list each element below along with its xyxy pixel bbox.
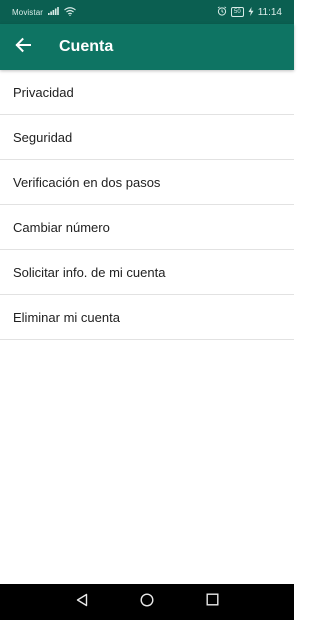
nav-back-icon (75, 593, 89, 612)
alarm-icon (217, 6, 227, 18)
status-left: Movistar (12, 0, 76, 24)
nav-back-button[interactable] (62, 584, 102, 620)
page-title: Cuenta (59, 38, 114, 55)
menu-item-cambiar-numero[interactable]: Cambiar número (0, 205, 294, 250)
nav-home-button[interactable] (127, 584, 167, 620)
menu-item-label: Cambiar número (13, 219, 110, 235)
status-right: 50 11:14 (217, 0, 282, 24)
signal-icon (48, 7, 59, 17)
menu-item-label: Eliminar mi cuenta (13, 309, 120, 325)
battery-icon: 50 (231, 7, 244, 17)
menu-item-eliminar-cuenta[interactable]: Eliminar mi cuenta (0, 295, 294, 340)
carrier-name: Movistar (12, 7, 44, 17)
menu-item-privacidad[interactable]: Privacidad (0, 70, 294, 115)
nav-recents-icon (206, 593, 219, 611)
app-bar: Cuenta (0, 24, 294, 70)
charging-icon (248, 6, 254, 18)
status-bar: Movistar 50 11:14 (0, 0, 294, 24)
nav-recents-button[interactable] (192, 584, 232, 620)
menu-item-label: Verificación en dos pasos (13, 174, 161, 190)
menu-item-label: Seguridad (13, 129, 73, 145)
system-nav-bar (0, 584, 294, 620)
settings-menu-list: Privacidad Seguridad Verificación en dos… (0, 70, 294, 340)
menu-item-verificacion-dos-pasos[interactable]: Verificación en dos pasos (0, 160, 294, 205)
arrow-back-icon (15, 37, 31, 58)
menu-item-label: Solicitar info. de mi cuenta (13, 264, 166, 280)
menu-item-solicitar-info[interactable]: Solicitar info. de mi cuenta (0, 250, 294, 295)
wifi-icon (64, 6, 76, 18)
back-button[interactable] (8, 30, 38, 64)
menu-item-label: Privacidad (13, 84, 74, 100)
menu-item-seguridad[interactable]: Seguridad (0, 115, 294, 160)
clock-time: 11:14 (257, 6, 282, 18)
nav-home-icon (140, 592, 154, 612)
